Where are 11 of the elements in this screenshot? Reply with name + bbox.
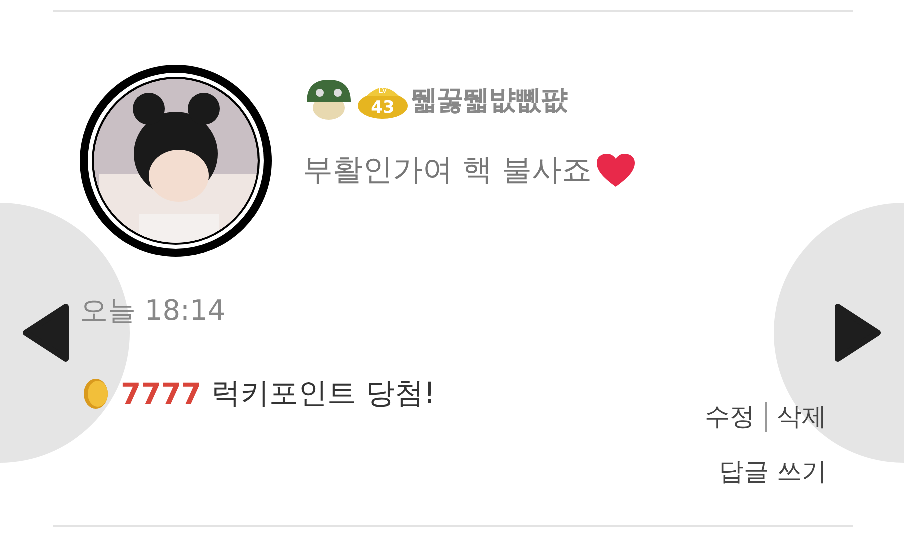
nickname: 뛟꿇뛟뱞뼶퍖 — [411, 84, 567, 118]
right-arrow-icon — [834, 303, 884, 363]
delete-link[interactable]: 삭제 — [777, 400, 827, 433]
reply-link[interactable]: 답글 쓰기 — [719, 455, 827, 488]
timestamp: 오늘 18:14 — [80, 293, 226, 329]
heart-icon — [596, 152, 636, 188]
comment-text: 부활인가여 핵 불사죠 — [303, 152, 592, 190]
points-amount: 7777 — [121, 377, 202, 411]
points-message: 럭키포인트 당첨! — [212, 375, 436, 412]
left-arrow-icon — [20, 303, 70, 363]
edit-link[interactable]: 수정 — [705, 400, 755, 433]
